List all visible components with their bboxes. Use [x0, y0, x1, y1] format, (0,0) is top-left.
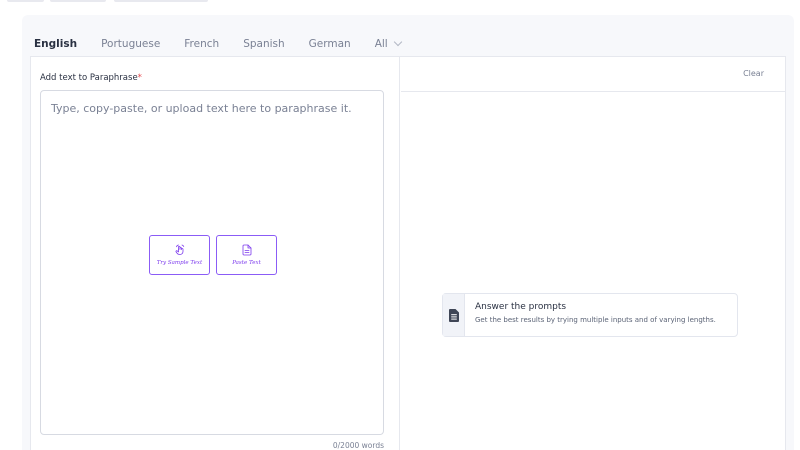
input-actions: Try Sample Text Paste Text: [149, 235, 277, 275]
tip-subtitle: Get the best results by trying multiple …: [475, 316, 716, 324]
chevron-down-icon: [393, 37, 402, 47]
hand-tap-icon: [175, 244, 184, 255]
editor-panel: Add text to Paraphrase* Type, copy-paste…: [30, 56, 786, 450]
input-placeholder: Type, copy-paste, or upload text here to…: [51, 102, 352, 115]
tip-text: Answer the prompts Get the best results …: [465, 294, 716, 336]
input-label-text: Add text to Paraphrase: [40, 73, 138, 83]
output-pane: Clear Answer the prompts Get the best re…: [401, 57, 786, 450]
required-mark: *: [137, 73, 142, 83]
output-header: Clear: [401, 57, 786, 92]
input-label: Add text to Paraphrase*: [40, 73, 142, 83]
input-pane: Add text to Paraphrase* Type, copy-paste…: [31, 57, 400, 450]
document-icon: [242, 244, 251, 256]
paste-text-label: Paste Text: [232, 260, 261, 266]
toolbar-button-2[interactable]: [50, 0, 106, 2]
word-count: 0/2000 words: [332, 441, 384, 450]
document-list-icon: [448, 308, 459, 322]
try-sample-text-button[interactable]: Try Sample Text: [149, 235, 210, 275]
tip-card: Answer the prompts Get the best results …: [442, 293, 738, 337]
top-toolbar-strip: [0, 0, 800, 14]
clear-button[interactable]: Clear: [743, 69, 764, 78]
tab-all-label: All: [374, 38, 388, 50]
tip-icon-box: [443, 294, 465, 336]
paste-text-button[interactable]: Paste Text: [216, 235, 277, 275]
tip-title: Answer the prompts: [475, 302, 567, 312]
try-sample-text-label: Try Sample Text: [156, 260, 203, 266]
toolbar-button-1[interactable]: [7, 0, 44, 2]
paraphrase-input[interactable]: Type, copy-paste, or upload text here to…: [40, 90, 384, 435]
paraphraser-container: English Portuguese French Spanish German…: [22, 15, 794, 450]
toolbar-button-3[interactable]: [114, 0, 208, 2]
